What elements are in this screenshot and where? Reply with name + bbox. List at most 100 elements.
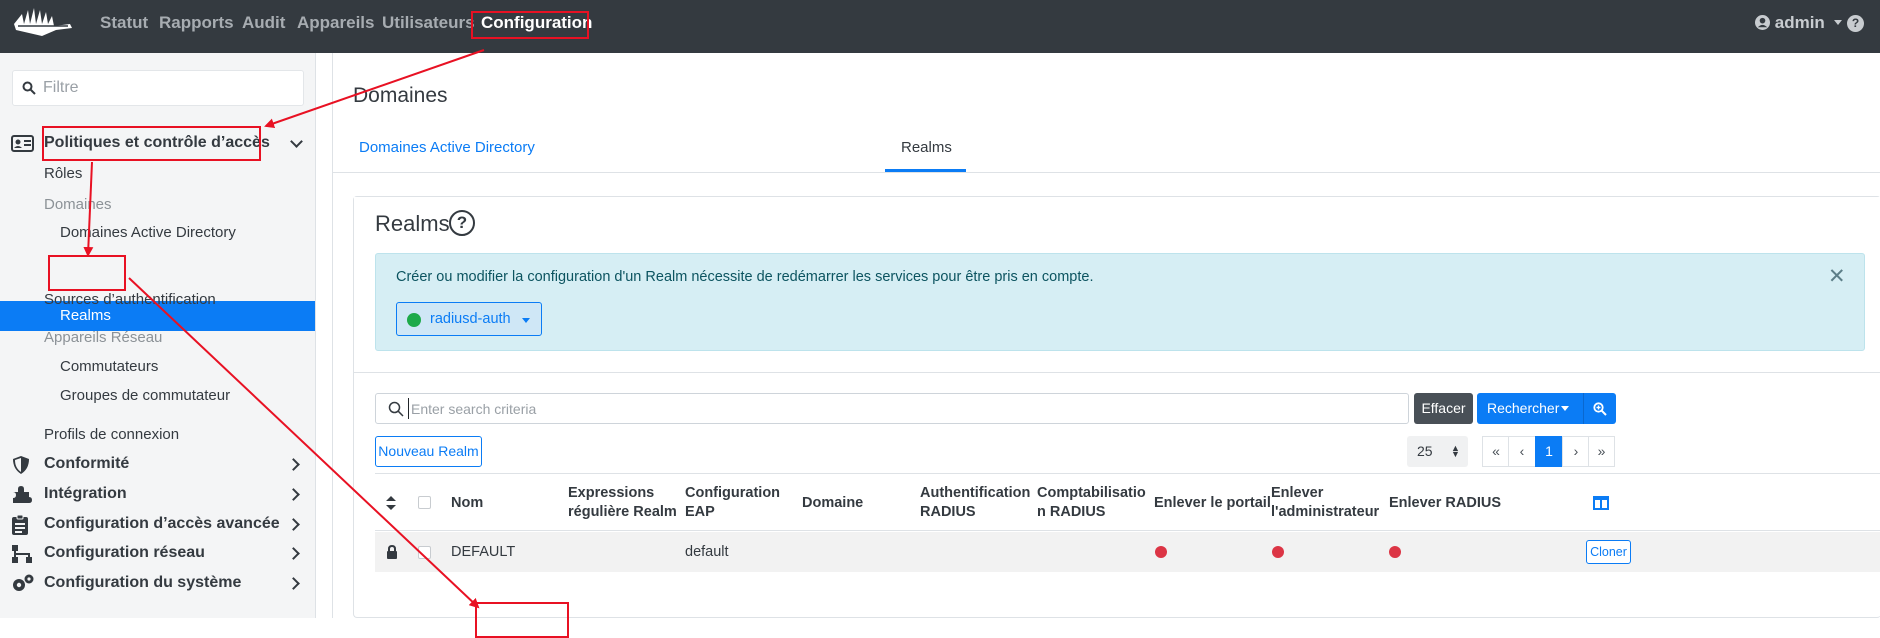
clone-button[interactable]: Cloner [1586,540,1631,564]
col-eap[interactable]: Configuration EAP [685,484,780,522]
sidebar-item-roles[interactable]: Rôles [44,165,82,182]
tab-ad-domains[interactable]: Domaines Active Directory [359,139,535,156]
main-content: Domaines Domaines Active Directory Realm… [332,53,1880,618]
close-icon[interactable]: ✕ [1828,264,1846,289]
sidebar-section-network-config[interactable]: Configuration réseau [44,544,205,562]
col-name[interactable]: Nom [451,494,483,513]
help-icon[interactable]: ? [1847,15,1864,32]
sidebar-item-ad-domains[interactable]: Domaines Active Directory [60,224,236,241]
page-last[interactable]: » [1588,436,1615,467]
tab-active-indicator [885,169,966,172]
sidebar-item-switch-groups[interactable]: Groupes de commutateur [60,387,230,404]
page-first[interactable]: « [1482,436,1510,467]
col-strip-radius[interactable]: Enlever RADIUS [1389,494,1501,513]
sidebar-section-compliance[interactable]: Conformité [44,455,129,473]
col-regex-l1: Expressions [568,485,655,501]
search-dropdown-caret-icon[interactable] [1561,406,1569,411]
sidebar-section-system-config[interactable]: Configuration du système [44,574,241,592]
tab-bar: Domaines Active Directory Realms [333,118,1880,173]
annotation-box-realms [48,255,126,291]
sidebar-item-realms-label: Realms [60,307,111,324]
clipboard-list-icon [12,514,28,535]
caret-down-icon [522,318,530,323]
nav-audit[interactable]: Audit [242,13,285,33]
nav-appareils[interactable]: Appareils [297,13,374,33]
nav-utilisateurs[interactable]: Utilisateurs [382,13,475,33]
sidebar-filter-input[interactable]: Filtre [12,70,304,106]
status-strip-admin [1272,546,1284,558]
sort-updown-icon: ▲ ▼ [1451,443,1460,459]
sidebar-section-integration[interactable]: Intégration [44,485,127,503]
cell-eap: default [685,544,729,560]
per-page-select[interactable]: 25 ▲ ▼ [1407,436,1468,467]
restart-alert: Créer ou modifier la configuration d'un … [375,253,1865,351]
col-regex[interactable]: Expressions régulière Realm [568,484,677,522]
cell-name: DEFAULT [451,544,516,560]
service-label: radiusd-auth [430,311,511,327]
status-strip-radius [1389,546,1401,558]
network-icon [12,545,32,563]
top-navbar: Statut Rapports Audit Appareils Utilisat… [0,0,1880,53]
user-menu[interactable]: admin [1755,13,1842,33]
annotation-box-default [475,602,569,638]
annotation-box-configuration [471,11,589,39]
advanced-search-button[interactable] [1583,393,1616,424]
user-circle-icon [1755,15,1770,30]
alert-text: Créer ou modifier la configuration d'un … [396,269,1094,285]
col-domain[interactable]: Domaine [802,494,863,513]
col-strip-portal[interactable]: Enlever le portail [1154,494,1271,513]
col-radius-acct[interactable]: Comptabilisatio n RADIUS [1037,484,1146,522]
filter-placeholder: Filtre [43,79,79,96]
shield-icon [13,456,29,474]
card-header: Realms ? Créer ou modifier la configurat… [354,197,1880,373]
status-dot [407,313,421,327]
page-current[interactable]: 1 [1535,436,1563,467]
chevron-right-icon[interactable] [287,547,300,560]
tab-realms[interactable]: Realms [901,139,952,156]
col-admin-l1: Enlever [1271,485,1324,501]
id-card-icon [11,135,34,152]
page-prev[interactable]: ‹ [1508,436,1536,467]
new-realm-button[interactable]: Nouveau Realm [375,436,482,467]
nav-statut[interactable]: Statut [100,13,148,33]
page-title: Domaines [353,84,448,107]
col-eap-l1: Configuration [685,485,781,501]
col-auth-l2: RADIUS [920,504,976,520]
chevron-down-icon [1833,20,1842,25]
col-acct-l2: n RADIUS [1037,504,1106,520]
table-row[interactable]: DEFAULT default Cloner [375,532,1880,572]
col-acct-l1: Comptabilisatio [1037,485,1146,501]
col-eap-l2: EAP [685,504,715,520]
packetfence-logo[interactable] [12,4,74,45]
sidebar-item-auth-sources[interactable]: Sources d’authentification [44,291,216,308]
sidebar-item-switches[interactable]: Commutateurs [60,358,158,375]
sidebar-section-advanced-access[interactable]: Configuration d’accès avancée [44,515,280,533]
lock-icon [387,545,397,559]
col-auth-l1: Authentification [920,485,1031,501]
page-next[interactable]: › [1562,436,1590,467]
select-all-checkbox[interactable] [418,496,431,509]
sidebar-group-domains: Domaines [44,196,112,213]
chevron-right-icon[interactable] [287,518,300,531]
chevron-right-icon[interactable] [287,577,300,590]
chevron-down-icon[interactable] [290,135,303,148]
col-strip-admin[interactable]: Enlever l'administrateur [1271,484,1379,522]
card-title: Realms [375,211,450,236]
col-radius-auth[interactable]: Authentification RADIUS [920,484,1030,522]
question-circle-icon[interactable]: ? [449,210,475,236]
chevron-right-icon[interactable] [287,488,300,501]
col-admin-l2: l'administrateur [1271,504,1380,520]
sidebar-item-connection-profiles[interactable]: Profils de connexion [44,426,179,443]
search-icon [388,401,404,417]
sort-icon[interactable] [386,496,396,510]
search-box[interactable] [375,393,1409,424]
columns-icon[interactable] [1593,496,1609,510]
chevron-right-icon[interactable] [287,458,300,471]
search-input[interactable] [408,398,1398,419]
service-dropdown-button[interactable]: radiusd-auth [396,302,542,336]
search-plus-icon [1593,402,1607,416]
row-checkbox[interactable] [418,546,431,559]
nav-rapports[interactable]: Rapports [159,13,234,33]
clear-button[interactable]: Effacer [1414,393,1473,424]
search-icon [22,81,36,95]
